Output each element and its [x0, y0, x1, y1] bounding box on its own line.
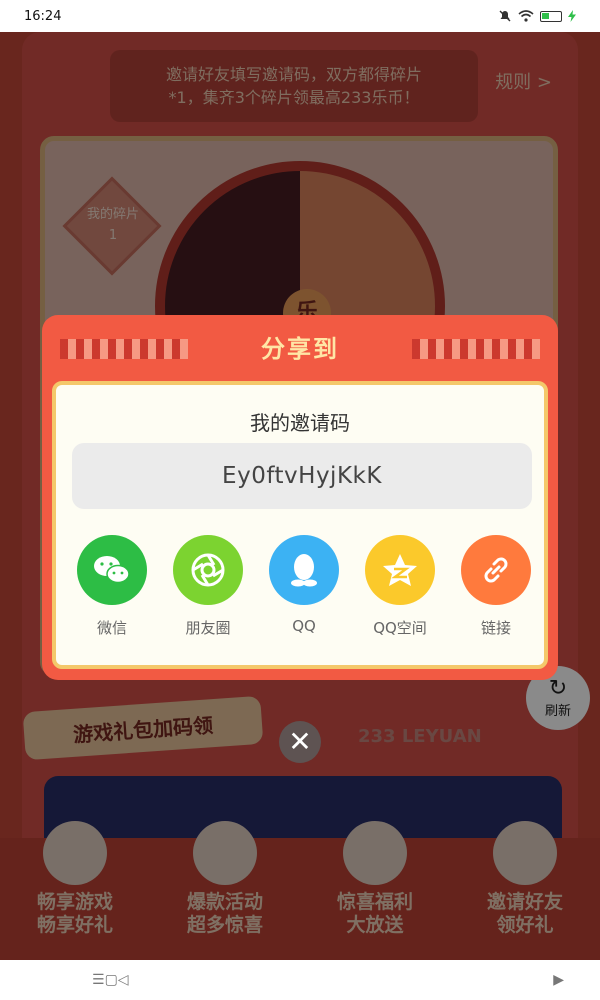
share-option-qzone[interactable]: QQ空间 — [358, 535, 442, 638]
refresh-label: 刷新 — [544, 703, 571, 719]
charging-icon — [568, 10, 576, 22]
qq-icon[interactable] — [269, 535, 339, 605]
share-option-qq[interactable]: QQ — [262, 535, 346, 638]
share-option-wechat[interactable]: 微信 — [70, 535, 154, 638]
moments-icon[interactable] — [173, 535, 243, 605]
status-icons — [498, 9, 576, 23]
invite-code-field[interactable]: Ey0ftvHyjKkK — [72, 443, 532, 509]
share-label-wechat: 微信 — [96, 619, 127, 637]
home-icon[interactable]: ▢ — [105, 972, 118, 988]
invite-code-label: 我的邀请码 — [250, 411, 350, 435]
share-label-moments: 朋友圈 — [185, 619, 231, 637]
modal-title: 分享到 — [261, 335, 339, 363]
system-nav-bar: ☰ ▢ ◁ ▶ — [0, 960, 600, 1000]
back-icon[interactable]: ◁ — [118, 972, 129, 988]
status-time: 16:24 — [24, 8, 62, 24]
close-button[interactable]: ✕ — [279, 721, 321, 763]
expand-icon[interactable]: ▶ — [553, 972, 564, 988]
qzone-icon[interactable] — [365, 535, 435, 605]
share-option-link[interactable]: 链接 — [454, 535, 538, 638]
share-modal: 分享到 我的邀请码 Ey0ftvHyjKkK 微信 朋友圈 QQ QQ空间 链接 — [42, 315, 558, 680]
modal-body: 我的邀请码 Ey0ftvHyjKkK 微信 朋友圈 QQ QQ空间 链接 — [52, 381, 548, 669]
close-icon: ✕ — [288, 725, 312, 758]
refresh-icon: ↻ — [548, 675, 568, 701]
wifi-icon — [518, 10, 534, 22]
share-options: 微信 朋友圈 QQ QQ空间 链接 — [66, 535, 542, 638]
wechat-icon[interactable] — [77, 535, 147, 605]
share-label-qzone: QQ空间 — [373, 619, 427, 637]
share-option-moments[interactable]: 朋友圈 — [166, 535, 250, 638]
mute-icon — [499, 10, 511, 22]
share-label-qq: QQ — [292, 617, 316, 635]
link-icon[interactable] — [461, 535, 531, 605]
share-label-link: 链接 — [480, 619, 511, 637]
battery-icon — [540, 10, 562, 22]
status-bar: 16:24 — [0, 0, 600, 32]
menu-icon[interactable]: ☰ — [92, 972, 105, 988]
